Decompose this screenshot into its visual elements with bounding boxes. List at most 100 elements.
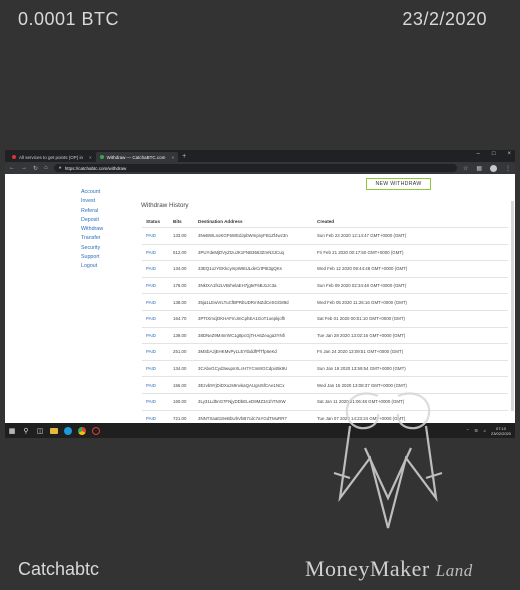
address-cell: 33EQ1ozYEKkcympW6tULdeCrtP6t3gQKs [198,266,282,272]
address-cell: 3NNTXaatt19eBbUbVbB7cdc7aYGdTMuRR7 [198,415,287,421]
nav-transfer[interactable]: Transfer [81,234,103,243]
address-cell: 3NeBWLnoKGF6WEdJpbWmpsyFB1Zf4wz3n [198,233,288,239]
page-scrollbar[interactable] [511,201,514,411]
created-cell: Wed Feb 12 2020 09:44:48 GMT+0000 (GMT) [317,266,408,272]
warning-icon [12,155,16,159]
tab-withdraw[interactable]: Withdraw — CatchaBTC.com × [95,152,179,162]
app-taskbar-button[interactable] [89,423,103,438]
network-icon[interactable]: ☰ [474,428,478,433]
toolbar-actions: ☆ ▦ ⋮ [463,164,511,172]
file-explorer-taskbar-button[interactable] [47,423,61,438]
nav-security[interactable]: Security [81,244,103,253]
edge-taskbar-button[interactable] [61,423,75,438]
bits-cell: 134.00 [173,366,187,372]
home-icon[interactable]: ⌂ [44,165,48,171]
table-row: PAID 134.00 3CAbvGCyd3wupnXLcH7YCm8rGCdpi4… [142,359,508,377]
bits-cell: 251.00 [173,349,187,355]
brand-text-land: Land [435,561,473,580]
nav-support[interactable]: Support [81,253,103,262]
forward-arrow-icon[interactable]: → [21,165,27,171]
nav-invest[interactable]: Invest [81,197,103,206]
address-cell: 38DNeZ9M4nrWC1g8pcGjTHA6Zeuga3YNfi [198,332,285,338]
table-header: Status Bits Destination Address Created [142,215,508,227]
site-favicon-icon [99,155,104,159]
status-cell[interactable]: PAID [142,366,173,371]
close-tab-icon[interactable]: × [89,155,92,160]
address-cell: 3PUYdeMjDVyZtzuJK1FNB3663ZmN3JCuq [198,249,284,255]
created-cell: Fri Jan 24 2020 13:09:51 GMT+0000 (GMT) [317,349,404,355]
status-cell[interactable]: PAID [142,416,173,421]
brand-text: MoneyMaker [305,556,430,581]
sidebar-nav: Account Invest Referal Deposit Withdraw … [81,188,103,272]
maximize-icon[interactable]: □ [492,151,496,157]
browser-tab-strip: All services to get points (OP) in × Wit… [5,150,515,162]
bits-cell: 134.00 [173,266,187,272]
nav-logout[interactable]: Logout [81,262,103,271]
back-arrow-icon[interactable]: ← [9,165,15,171]
created-cell: Fri Feb 21 2020 00:17:50 GMT+0000 (GMT) [317,249,404,255]
status-cell[interactable]: PAID [142,316,173,321]
nav-deposit[interactable]: Deposit [81,216,103,225]
table-row: PAID 134.00 33EQ1ozYEKkcympW6tULdeCrtP6t3g… [142,260,508,277]
taskbar-clock[interactable]: 07:10 23/02/2020 [491,426,511,436]
window-controls: – □ × [477,151,511,157]
bits-cell: 512.00 [173,249,187,255]
address-cell: 3MSbAJjEHKMvPyLLEYtbddfPfTfp6eKd [198,349,277,355]
tray-arrow-icon[interactable]: ⌃ [466,428,469,433]
status-cell[interactable]: PAID [142,383,173,388]
status-cell[interactable]: PAID [142,333,173,338]
menu-dots-icon[interactable]: ⋮ [505,165,511,172]
status-cell[interactable]: PAID [142,283,173,288]
url-text: https://catchabtc.com/withdraw [64,165,127,171]
date-label: 23/2/2020 [402,9,487,29]
search-icon[interactable]: ⚲ [19,423,33,438]
close-window-icon[interactable]: × [507,151,511,157]
address-cell: 3CAbvGCyd3wupnXLcH7YCm8rGCdpi45k9U [198,366,288,372]
created-cell: Sun Feb 23 2020 12:14:47 GMT+0000 (GMT) [317,233,407,239]
bits-cell: 721.00 [173,415,187,421]
status-cell[interactable]: PAID [142,266,173,271]
volume-icon[interactable]: ♫ [483,428,486,433]
created-cell: Sun Jan 19 2020 13:59:54 GMT+0000 (GMT) [317,366,406,372]
table-row: PAID 139.00 38DNeZ9M4nrWC1g8pcGjTHA6Zeuga3… [142,326,508,344]
column-header: Bits [173,218,182,224]
status-cell[interactable]: PAID [142,349,173,354]
close-tab-icon[interactable]: × [171,155,174,160]
bits-cell: 138.00 [173,299,187,305]
new-tab-button[interactable]: + [178,152,190,162]
bits-cell: 133.00 [173,233,187,239]
windows-start-icon[interactable]: ▦ [5,423,19,438]
nav-referal[interactable]: Referal [81,207,103,216]
status-cell[interactable]: PAID [142,233,173,238]
chrome-taskbar-button[interactable] [75,423,89,438]
address-cell: 3NktXA1fszLVBrhelaEH7jg5rF6BJ1zc3a [198,283,277,289]
table-row: PAID 512.00 3PUYdeMjDVyZtzuJK1FNB3663ZmN3J… [142,243,508,261]
table-row: PAID 138.00 35ja1LEwVrLTuCfBPRbUDRmNZdCeSG… [142,293,508,310]
nav-account[interactable]: Account [81,188,103,197]
edge-icon [64,426,72,435]
tab-services[interactable]: All services to get points (OP) in × [8,152,96,162]
new-withdraw-button[interactable]: NEW WITHDRAW [366,178,431,190]
nav-withdraw[interactable]: Withdraw [81,225,103,234]
created-cell: Wed Feb 05 2020 11:26:16 GMT+0000 (GMT) [317,299,408,305]
folder-icon [50,427,58,434]
extension-icon[interactable]: ▦ [476,165,482,172]
bookmark-star-icon[interactable]: ☆ [463,165,468,172]
url-field[interactable]: ● https://catchabtc.com/withdraw [53,164,457,172]
column-header: Created [317,218,335,224]
tab-label: Withdraw — CatchaBTC.com [106,154,166,160]
status-cell[interactable]: PAID [142,250,173,255]
reload-icon[interactable]: ↻ [33,165,38,172]
task-view-icon[interactable]: ◫ [33,423,47,438]
table-row: PAID 178.00 3NktXA1fszLVBrhelaEH7jg5rF6BJ1… [142,276,508,294]
profile-avatar[interactable] [490,164,497,172]
bits-cell: 156.00 [173,382,187,388]
table-row: PAID 133.00 3NeBWLnoKGF6WEdJpbWmpsyFB1Zf4w… [142,227,508,244]
table-row: PAID 164.70 3PTtXmcjDKHAFmJmCphEA1GoT1oepk… [142,309,508,327]
lock-icon: ● [58,165,62,171]
status-cell[interactable]: PAID [142,300,173,305]
minimize-icon[interactable]: – [477,151,480,157]
bits-cell: 164.70 [173,316,187,322]
status-cell[interactable]: PAID [142,399,173,404]
taskbar-date: 23/02/2020 [490,430,511,436]
